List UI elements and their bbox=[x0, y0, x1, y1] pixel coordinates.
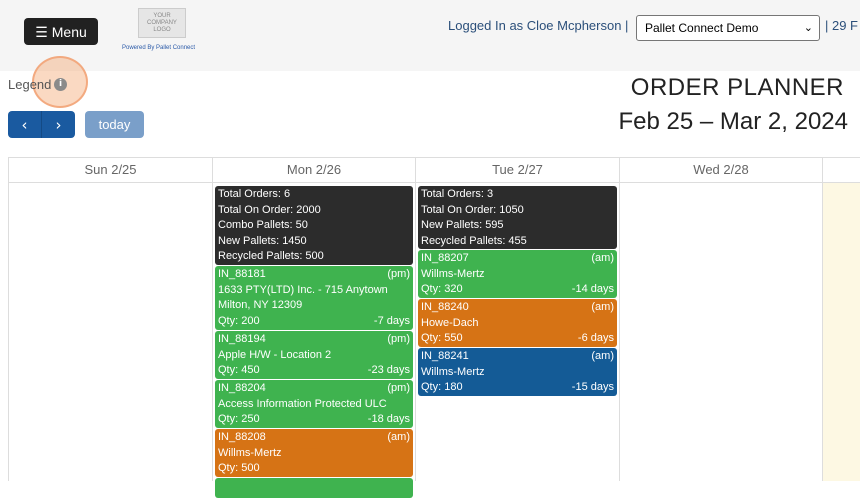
next-button[interactable]: › bbox=[41, 111, 75, 138]
chevron-right-icon: › bbox=[55, 115, 62, 134]
col-header-sun: Sun 2/25 bbox=[9, 157, 213, 183]
date-range: Feb 25 – Mar 2, 2024 bbox=[618, 108, 848, 135]
col-header-thu bbox=[823, 157, 860, 183]
legend-label[interactable]: Legend bbox=[8, 77, 51, 92]
col-header-wed: Wed 2/28 bbox=[620, 157, 823, 183]
summary-line: Total Orders: 6 bbox=[218, 188, 291, 200]
order-days: -7 days bbox=[373, 314, 410, 327]
order-days: -6 days bbox=[577, 332, 614, 344]
summary-line: Total Orders: 3 bbox=[421, 188, 494, 200]
order-days: -14 days bbox=[571, 283, 614, 295]
order-time: (pm) bbox=[387, 333, 410, 345]
order-id: IN_88181 bbox=[218, 268, 266, 280]
order-event[interactable]: IN_88241 (am) Willms-Mertz Qty: 180 -15 da… bbox=[418, 348, 617, 396]
info-icon[interactable]: i bbox=[54, 78, 67, 91]
chevron-down-icon: ⌄ bbox=[803, 22, 813, 34]
order-time: (am) bbox=[591, 350, 614, 362]
top-bar: ☰ Menu YOUR COMPANY LOGO Powered By Pall… bbox=[0, 0, 860, 71]
order-days: -23 days bbox=[367, 364, 410, 376]
chevron-left-icon: ‹ bbox=[21, 115, 28, 134]
logo-text: YOUR COMPANY LOGO bbox=[147, 12, 177, 33]
summary-line: Total On Order: 1050 bbox=[421, 203, 524, 216]
order-event[interactable] bbox=[215, 478, 413, 498]
menu-button[interactable]: ☰ Menu bbox=[24, 18, 98, 45]
order-qty: Qty: 550 bbox=[421, 332, 463, 344]
day-cell-tue[interactable]: Total Orders: 3 Total On Order: 1050 New… bbox=[416, 183, 620, 481]
day-cell-sun[interactable] bbox=[9, 183, 213, 481]
order-days: -15 days bbox=[571, 381, 614, 393]
day-cell-mon[interactable]: Total Orders: 6 Total On Order: 2000 Com… bbox=[213, 183, 416, 498]
order-event[interactable]: IN_88181 (pm) 1633 PTY(LTD) Inc. - 715 An… bbox=[215, 266, 413, 330]
order-qty: Qty: 180 bbox=[421, 381, 463, 393]
day-summary[interactable]: Total Orders: 6 Total On Order: 2000 Com… bbox=[215, 186, 413, 265]
order-qty: Qty: 450 bbox=[218, 364, 260, 376]
company-logo: YOUR COMPANY LOGO bbox=[138, 8, 186, 38]
menu-label: Menu bbox=[51, 23, 87, 40]
order-time: (am) bbox=[387, 431, 410, 443]
day-cell-thu-today[interactable] bbox=[823, 183, 860, 481]
order-id: IN_88207 bbox=[421, 252, 469, 264]
day-cell-wed[interactable] bbox=[620, 183, 823, 481]
order-customer: Willms-Mertz bbox=[421, 365, 485, 378]
page-title: ORDER PLANNER bbox=[630, 74, 844, 101]
order-time: (am) bbox=[591, 301, 614, 313]
order-id: IN_88194 bbox=[218, 333, 266, 345]
order-customer: Access Information Protected ULC bbox=[218, 397, 387, 410]
order-time: (am) bbox=[591, 252, 614, 264]
summary-line: New Pallets: 595 bbox=[421, 219, 504, 231]
order-event[interactable]: IN_88207 (am) Willms-Mertz Qty: 320 -14 da… bbox=[418, 250, 617, 298]
calendar-grid: Sun 2/25 Mon 2/26 Tue 2/27 Wed 2/28 Tota… bbox=[8, 157, 860, 498]
order-days: -18 days bbox=[367, 413, 410, 425]
col-header-tue: Tue 2/27 bbox=[416, 157, 620, 183]
col-header-mon: Mon 2/26 bbox=[213, 157, 416, 183]
order-time: (pm) bbox=[387, 268, 410, 280]
order-customer: Howe-Dach bbox=[421, 316, 479, 329]
order-qty: Qty: 500 bbox=[218, 462, 260, 474]
summary-line: New Pallets: 1450 bbox=[218, 234, 307, 247]
order-event[interactable]: IN_88240 (am) Howe-Dach Qty: 550 -6 days bbox=[418, 299, 617, 347]
summary-line: Combo Pallets: 50 bbox=[218, 219, 308, 231]
order-qty: Qty: 250 bbox=[218, 413, 260, 425]
order-id: IN_88240 bbox=[421, 301, 469, 313]
today-button[interactable]: today bbox=[85, 111, 144, 138]
summary-line: Recycled Pallets: 455 bbox=[421, 234, 527, 247]
order-customer: 1633 PTY(LTD) Inc. - 715 Anytown bbox=[218, 283, 388, 296]
prev-button[interactable]: ‹ bbox=[8, 111, 41, 138]
order-time: (pm) bbox=[387, 382, 410, 394]
order-event[interactable]: IN_88204 (pm) Access Information Protecte… bbox=[215, 380, 413, 428]
order-address: Milton, NY 12309 bbox=[218, 299, 303, 311]
order-customer: Willms-Mertz bbox=[421, 267, 485, 280]
order-qty: Qty: 200 bbox=[218, 314, 260, 327]
summary-line: Recycled Pallets: 500 bbox=[218, 250, 324, 262]
summary-line: Total On Order: 2000 bbox=[218, 203, 321, 216]
day-summary[interactable]: Total Orders: 3 Total On Order: 1050 New… bbox=[418, 186, 617, 249]
order-customer: Willms-Mertz bbox=[218, 446, 282, 459]
order-id: IN_88204 bbox=[218, 382, 266, 394]
header-date: | 29 F bbox=[825, 18, 859, 33]
account-select-value: Pallet Connect Demo bbox=[645, 21, 759, 35]
order-qty: Qty: 320 bbox=[421, 283, 463, 295]
order-id: IN_88208 bbox=[218, 431, 266, 443]
nav-button-group: ‹ › bbox=[8, 111, 75, 138]
order-event[interactable]: IN_88208 (am) Willms-Mertz Qty: 500 bbox=[215, 429, 413, 477]
hamburger-icon: ☰ bbox=[35, 23, 48, 40]
order-customer: Apple H/W - Location 2 bbox=[218, 348, 332, 361]
order-event[interactable]: IN_88194 (pm) Apple H/W - Location 2 Qty:… bbox=[215, 331, 413, 379]
order-id: IN_88241 bbox=[421, 350, 469, 362]
logo-caption: Powered By Pallet Connect bbox=[122, 45, 196, 51]
logged-in-text: Logged In as Cloe Mcpherson | bbox=[448, 18, 629, 33]
account-select[interactable]: Pallet Connect Demo ⌄ bbox=[636, 15, 820, 41]
